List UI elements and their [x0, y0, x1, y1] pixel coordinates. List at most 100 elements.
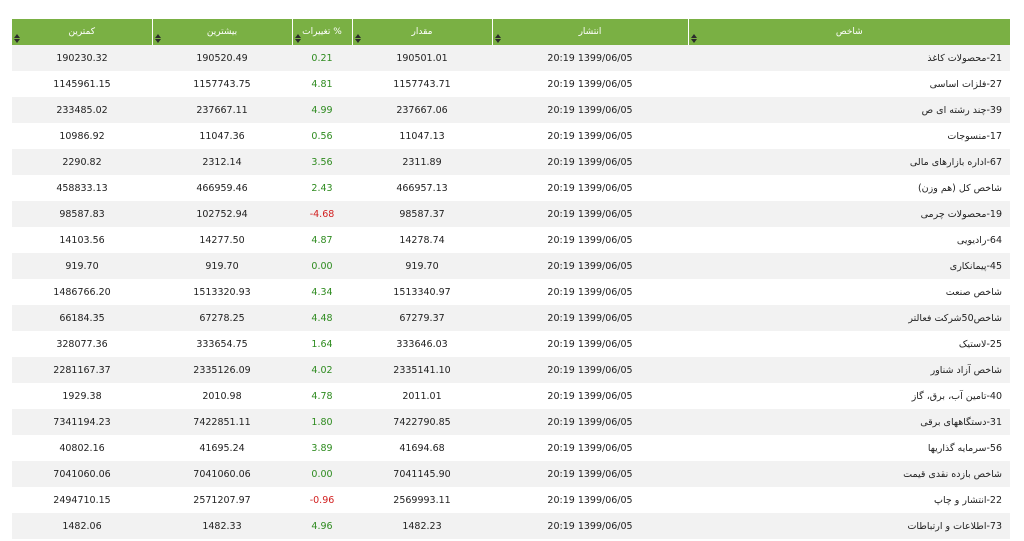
- cell-published: 20:19 1399/06/05: [492, 461, 688, 487]
- cell-min: 66184.35: [12, 305, 152, 331]
- header-change[interactable]: % تغییرات: [291, 19, 352, 45]
- table-row[interactable]: 39-چند رشته ای ص 20:19 1399/06/05 237667.0…: [12, 97, 1010, 123]
- table-row[interactable]: 19-محصولات چرمی 20:19 1399/06/05 98587.37 4…: [12, 201, 1010, 227]
- header-max[interactable]: بیشترین: [151, 19, 292, 45]
- cell-min: 14103.56: [12, 227, 152, 253]
- cell-published: 20:19 1399/06/05: [492, 45, 688, 71]
- cell-name[interactable]: 22-انتشار و چاپ: [688, 487, 1010, 513]
- cell-value: 190501.01: [352, 45, 492, 71]
- header-published[interactable]: انتشار: [491, 19, 688, 45]
- cell-name[interactable]: 27-فلزات اساسی: [688, 71, 1010, 97]
- cell-name[interactable]: 21-محصولات کاغذ: [688, 45, 1010, 71]
- cell-name[interactable]: شاخص بازده نقدی قیمت: [688, 461, 1010, 487]
- cell-min: 1486766.20: [12, 279, 152, 305]
- cell-change: 0.21: [292, 45, 352, 71]
- header-name-label: شاخص: [835, 27, 863, 37]
- cell-name[interactable]: 73-اطلاعات و ارتباطات: [688, 513, 1010, 539]
- cell-value: 14278.74: [352, 227, 492, 253]
- cell-published: 20:19 1399/06/05: [492, 513, 688, 539]
- cell-max: 7422851.11: [152, 409, 292, 435]
- table-row[interactable]: 25-لاستیک 20:19 1399/06/05 333646.03 1.64 33…: [12, 331, 1010, 357]
- cell-name[interactable]: شاخص صنعت: [688, 279, 1010, 305]
- table-row[interactable]: شاخص کل (هم وزن) 20:19 1399/06/05 466957.1…: [12, 175, 1010, 201]
- cell-change: 4.81: [292, 71, 352, 97]
- cell-name[interactable]: 39-چند رشته ای ص: [688, 97, 1010, 123]
- table-row[interactable]: 67-اداره بازارهای مالی 20:19 1399/06/05 23…: [12, 149, 1010, 175]
- cell-max: 237667.11: [152, 97, 292, 123]
- cell-published: 20:19 1399/06/05: [492, 487, 688, 513]
- table-row[interactable]: شاخص آزاد شناور 20:19 1399/06/05 2335141.1…: [12, 357, 1010, 383]
- sort-icon[interactable]: [354, 34, 362, 43]
- sort-icon[interactable]: [690, 34, 698, 43]
- cell-published: 20:19 1399/06/05: [492, 383, 688, 409]
- cell-change: 4.78: [292, 383, 352, 409]
- cell-value: 1513340.97: [352, 279, 492, 305]
- cell-name[interactable]: شاخص آزاد شناور: [688, 357, 1010, 383]
- cell-min: 40802.16: [12, 435, 152, 461]
- cell-value: 2011.01: [352, 383, 492, 409]
- header-value-label: مقدار: [411, 27, 433, 37]
- table-row[interactable]: 45-پیمانکاری 20:19 1399/06/05 919.70 0.00 91…: [12, 253, 1010, 279]
- cell-name[interactable]: 31-دستگاههای برقی: [688, 409, 1010, 435]
- cell-name[interactable]: 17-منسوجات: [688, 123, 1010, 149]
- cell-max: 466959.46: [152, 175, 292, 201]
- header-value[interactable]: مقدار: [351, 19, 492, 45]
- cell-change: 2.43: [292, 175, 352, 201]
- cell-name[interactable]: 56-سرمایه گذاریها: [688, 435, 1010, 461]
- cell-value: 2335141.10: [352, 357, 492, 383]
- cell-change: 0.56: [292, 123, 352, 149]
- table-row[interactable]: 64-رادیویی 20:19 1399/06/05 14278.74 4.87 14…: [12, 227, 1010, 253]
- cell-value: 466957.13: [352, 175, 492, 201]
- table-row[interactable]: 21-محصولات کاغذ 20:19 1399/06/05 190501.01…: [12, 45, 1010, 71]
- table-row[interactable]: 22-انتشار و چاپ 20:19 1399/06/05 2569993.1…: [12, 487, 1010, 513]
- cell-published: 20:19 1399/06/05: [492, 357, 688, 383]
- cell-value: 1157743.71: [352, 71, 492, 97]
- cell-max: 41695.24: [152, 435, 292, 461]
- table-row[interactable]: شاخص50شرکت فعالتر 20:19 1399/06/05 67279.3…: [12, 305, 1010, 331]
- cell-change: 4.87: [292, 227, 352, 253]
- cell-name[interactable]: شاخص کل (هم وزن): [688, 175, 1010, 201]
- cell-value: 41694.68: [352, 435, 492, 461]
- table-row[interactable]: شاخص بازده نقدی قیمت 20:19 1399/06/05 7041…: [12, 461, 1010, 487]
- cell-published: 20:19 1399/06/05: [492, 71, 688, 97]
- cell-published: 20:19 1399/06/05: [492, 435, 688, 461]
- cell-value: 1482.23: [352, 513, 492, 539]
- sort-icon[interactable]: [494, 34, 502, 43]
- cell-name[interactable]: 40-تامین آب، برق، گاز: [688, 383, 1010, 409]
- table-row[interactable]: 40-تامین آب، برق، گاز 20:19 1399/06/05 201…: [12, 383, 1010, 409]
- cell-name[interactable]: شاخص50شرکت فعالتر: [688, 305, 1010, 331]
- cell-published: 20:19 1399/06/05: [492, 201, 688, 227]
- header-min[interactable]: کمترین: [12, 19, 152, 45]
- cell-name[interactable]: 45-پیمانکاری: [688, 253, 1010, 279]
- cell-max: 11047.36: [152, 123, 292, 149]
- cell-change: 4.99: [292, 97, 352, 123]
- table-row[interactable]: شاخص صنعت 20:19 1399/06/05 1513340.97 4.34 1…: [12, 279, 1010, 305]
- sort-icon[interactable]: [154, 34, 162, 43]
- cell-change: 4.02: [292, 357, 352, 383]
- cell-min: 919.70: [12, 253, 152, 279]
- sort-icon[interactable]: [14, 34, 21, 43]
- cell-name[interactable]: 64-رادیویی: [688, 227, 1010, 253]
- cell-value: 11047.13: [352, 123, 492, 149]
- table-row[interactable]: 17-منسوجات 20:19 1399/06/05 11047.13 0.56 11…: [12, 123, 1010, 149]
- table-row[interactable]: 27-فلزات اساسی 20:19 1399/06/05 1157743.71…: [12, 71, 1010, 97]
- header-name[interactable]: شاخص: [687, 19, 1010, 45]
- table-row[interactable]: 56-سرمایه گذاریها 20:19 1399/06/05 41694.6…: [12, 435, 1010, 461]
- cell-min: 1482.06: [12, 513, 152, 539]
- cell-max: 1482.33: [152, 513, 292, 539]
- cell-max: 2335126.09: [152, 357, 292, 383]
- cell-name[interactable]: 25-لاستیک: [688, 331, 1010, 357]
- cell-change: 4.96: [292, 513, 352, 539]
- cell-max: 14277.50: [152, 227, 292, 253]
- cell-name[interactable]: 67-اداره بازارهای مالی: [688, 149, 1010, 175]
- table-row[interactable]: 73-اطلاعات و ارتباطات 20:19 1399/06/05 148…: [12, 513, 1010, 539]
- cell-name[interactable]: 19-محصولات چرمی: [688, 201, 1010, 227]
- cell-max: 7041060.06: [152, 461, 292, 487]
- sort-icon[interactable]: [294, 34, 302, 43]
- table-body: 21-محصولات کاغذ 20:19 1399/06/05 190501.01…: [12, 45, 1010, 539]
- cell-min: 7041060.06: [12, 461, 152, 487]
- cell-min: 2281167.37: [12, 357, 152, 383]
- cell-min: 98587.83: [12, 201, 152, 227]
- table-row[interactable]: 31-دستگاههای برقی 20:19 1399/06/05 7422790…: [12, 409, 1010, 435]
- header-row: شاخص انتشار مقدار % تغییرات بیشترین کمتر…: [12, 19, 1010, 45]
